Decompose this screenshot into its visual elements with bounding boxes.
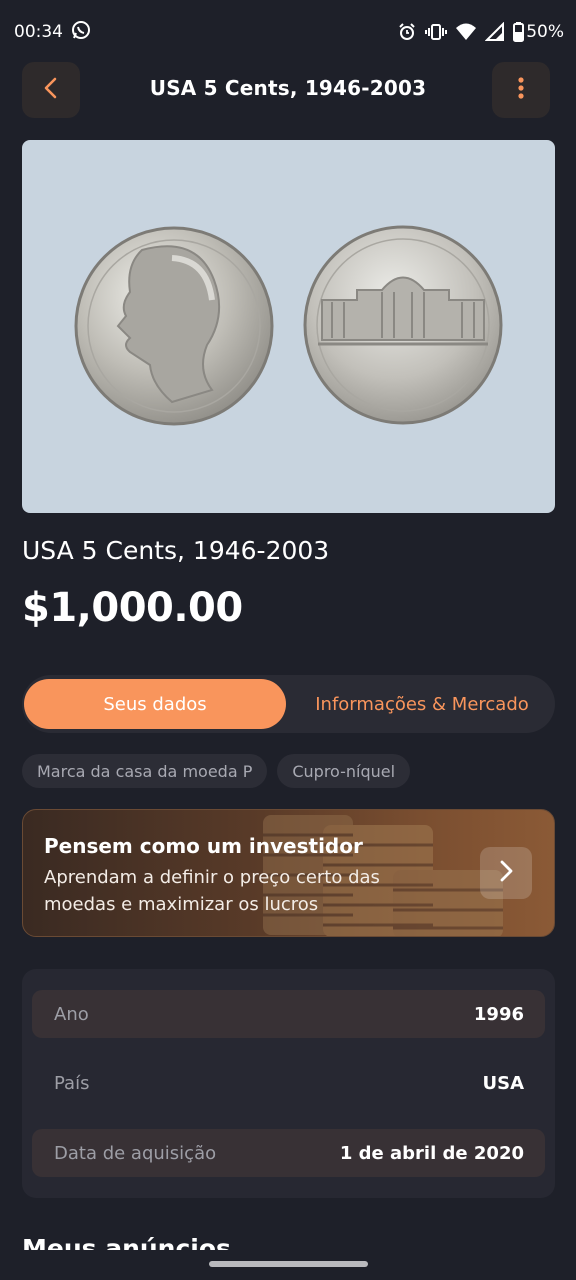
top-app-bar: USA 5 Cents, 1946-2003 [0,62,576,120]
detail-label: País [54,1072,90,1094]
whatsapp-icon [71,20,91,45]
tab-informacoes-mercado[interactable]: Informações & Mercado [290,679,554,729]
detail-label: Data de aquisição [54,1142,217,1164]
status-right: 50% [397,22,564,42]
coin-reverse [303,225,503,425]
coin-name: USA 5 Cents, 1946-2003 [22,536,330,565]
status-bar: 00:34 50% [0,0,576,64]
battery-indicator: 50% [513,22,564,42]
battery-level: 50% [526,22,564,42]
detail-row-acquisition-date: Data de aquisição 1 de abril de 2020 [32,1129,545,1177]
promo-title: Pensem como um investidor [44,834,363,858]
tab-seus-dados[interactable]: Seus dados [24,679,286,729]
status-left: 00:34 [14,20,91,45]
chevron-right-icon [497,859,515,887]
promo-arrow-button[interactable] [480,847,532,899]
investor-promo-card[interactable]: Pensem como um investidor Aprendam a def… [22,809,555,937]
wifi-icon [455,22,477,42]
page-title: USA 5 Cents, 1946-2003 [149,76,427,100]
tab-bar: Seus dados Informações & Mercado [22,675,555,733]
attribute-chips: Marca da casa da moeda P Cupro-níquel [22,754,411,788]
signal-icon [485,22,505,42]
detail-row-country: País USA [32,1059,545,1107]
battery-icon [513,22,525,42]
chip-material: Cupro-níquel [277,754,411,788]
section-title-my-listings: Meus anúncios [22,1234,231,1250]
vibrate-icon [425,22,448,42]
detail-value: USA [482,1072,524,1094]
status-time: 00:34 [14,22,63,42]
coin-details-card: Ano 1996 País USA Data de aquisição 1 de… [22,969,555,1198]
coin-price: $1,000.00 [22,585,243,631]
home-indicator[interactable] [209,1261,368,1267]
detail-value: 1996 [473,1003,524,1025]
detail-label: Ano [54,1003,89,1025]
more-vertical-icon [517,76,525,104]
coin-obverse [74,226,274,426]
promo-text: Aprendam a definir o preço certo das moe… [44,867,380,915]
alarm-icon [397,22,417,42]
detail-row-year: Ano 1996 [32,990,545,1038]
chip-mint-mark: Marca da casa da moeda P [22,754,268,788]
coin-photo[interactable] [22,140,555,513]
detail-value: 1 de abril de 2020 [339,1142,524,1164]
more-options-button[interactable] [492,62,550,118]
